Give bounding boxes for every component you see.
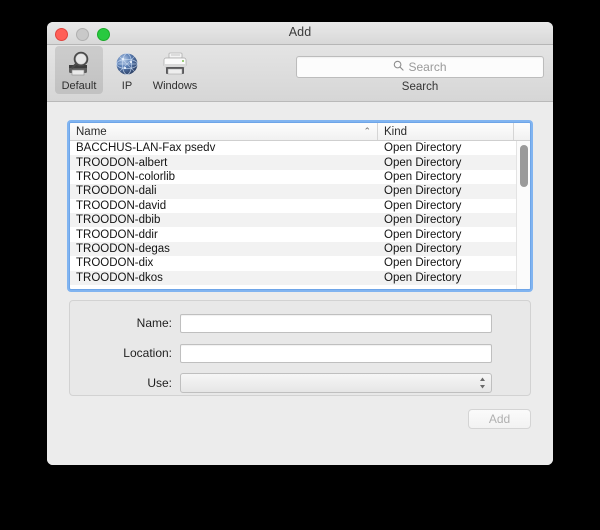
- cell-name: TROODON-ddir: [76, 228, 158, 241]
- table-row[interactable]: TROODON-degas Open Directory: [70, 241, 530, 257]
- name-field-label: Name:: [136, 316, 172, 330]
- table-row[interactable]: TROODON-dali Open Directory: [70, 184, 530, 199]
- chevron-up-down-icon: [479, 376, 486, 390]
- add-button[interactable]: Add: [468, 409, 531, 429]
- form-row-use: Use:: [70, 372, 530, 394]
- cell-name: TROODON-dbib: [76, 214, 161, 227]
- screen: Add Default IP Windows Search Search Nam…: [0, 0, 600, 530]
- scrollbar-thumb[interactable]: [520, 145, 528, 187]
- cell-kind: Open Directory: [384, 271, 462, 284]
- table-row[interactable]: TROODON-colorlib Open Directory: [70, 169, 530, 185]
- cell-kind: Open Directory: [384, 185, 462, 198]
- add-printer-window: Add Default IP Windows Search Search Nam…: [47, 22, 553, 465]
- toolbar-tab-windows-label: Windows: [152, 80, 198, 92]
- cell-kind: Open Directory: [384, 242, 462, 255]
- window-body: Name ⌃ Kind BACCHUS-LAN-Fax psedv Open Di…: [47, 102, 553, 465]
- search-input[interactable]: Search: [296, 56, 544, 78]
- column-header-filler: [514, 123, 530, 140]
- search-caption: Search: [401, 81, 439, 93]
- table-row[interactable]: TROODON-albert Open Directory: [70, 155, 530, 170]
- use-field-label: Use:: [147, 376, 172, 390]
- cell-kind: Open Directory: [384, 228, 462, 241]
- name-field[interactable]: [180, 313, 492, 333]
- toolbar-tab-windows[interactable]: Windows: [151, 46, 199, 94]
- list-header: Name ⌃ Kind: [70, 123, 530, 141]
- search-area: Search Search: [296, 56, 544, 93]
- form-row-name: Name:: [70, 312, 530, 334]
- form-row-location: Location:: [70, 342, 530, 364]
- list-scrollbar[interactable]: [516, 141, 530, 289]
- table-row[interactable]: TROODON-dix Open Directory: [70, 256, 530, 271]
- cell-kind: Open Directory: [384, 142, 462, 155]
- cell-kind: Open Directory: [384, 170, 462, 183]
- table-row[interactable]: TROODON-dbib Open Directory: [70, 212, 530, 228]
- location-field[interactable]: [180, 343, 492, 363]
- toolbar: Default IP Windows Search Search: [47, 45, 553, 102]
- window-titlebar: Add: [47, 22, 553, 45]
- toolbar-tab-group: Default IP Windows: [55, 46, 199, 94]
- search-placeholder: Search: [408, 60, 447, 74]
- cell-kind: Open Directory: [384, 156, 462, 169]
- cell-name: TROODON-dali: [76, 185, 157, 198]
- sort-ascending-icon: ⌃: [363, 126, 371, 136]
- table-row[interactable]: TROODON-dkos Open Directory: [70, 270, 530, 285]
- window-title: Add: [288, 25, 312, 39]
- search-icon: [393, 58, 405, 76]
- list-rows: BACCHUS-LAN-Fax psedv Open Directory TROOD…: [70, 141, 530, 289]
- search-input-content: Search: [393, 58, 447, 76]
- toolbar-tab-default[interactable]: Default: [55, 46, 103, 94]
- cell-kind: Open Directory: [384, 214, 462, 227]
- column-header-kind-label: Kind: [384, 125, 408, 138]
- globe-icon: [103, 49, 151, 79]
- cell-name: TROODON-colorlib: [76, 170, 176, 183]
- toolbar-tab-default-label: Default: [61, 80, 97, 92]
- add-button-label: Add: [488, 412, 511, 426]
- printer-icon: [151, 49, 199, 79]
- toolbar-tab-ip-label: IP: [121, 80, 133, 92]
- cell-name: TROODON-dix: [76, 257, 154, 270]
- printer-list[interactable]: Name ⌃ Kind BACCHUS-LAN-Fax psedv Open Di…: [69, 122, 531, 290]
- table-row[interactable]: TROODON-ddir Open Directory: [70, 227, 530, 242]
- cell-kind: Open Directory: [384, 199, 462, 212]
- column-header-kind[interactable]: Kind: [378, 123, 514, 140]
- table-row[interactable]: BACCHUS-LAN-Fax psedv Open Directory: [70, 141, 530, 156]
- cell-kind: Open Directory: [384, 257, 462, 270]
- printer-magnifier-icon: [55, 49, 103, 79]
- column-header-name-label: Name: [76, 125, 107, 138]
- toolbar-tab-ip[interactable]: IP: [103, 46, 151, 94]
- cell-name: TROODON-dkos: [76, 271, 163, 284]
- table-row[interactable]: TROODON-david Open Directory: [70, 198, 530, 213]
- cell-name: BACCHUS-LAN-Fax psedv: [76, 142, 216, 155]
- printer-details-form: Name: Location: Use:: [69, 300, 531, 396]
- cell-name: TROODON-degas: [76, 242, 170, 255]
- column-header-name[interactable]: Name ⌃: [70, 123, 378, 140]
- cell-name: TROODON-albert: [76, 156, 168, 169]
- use-popup-button[interactable]: [180, 373, 492, 393]
- cell-name: TROODON-david: [76, 199, 167, 212]
- location-field-label: Location:: [123, 346, 172, 360]
